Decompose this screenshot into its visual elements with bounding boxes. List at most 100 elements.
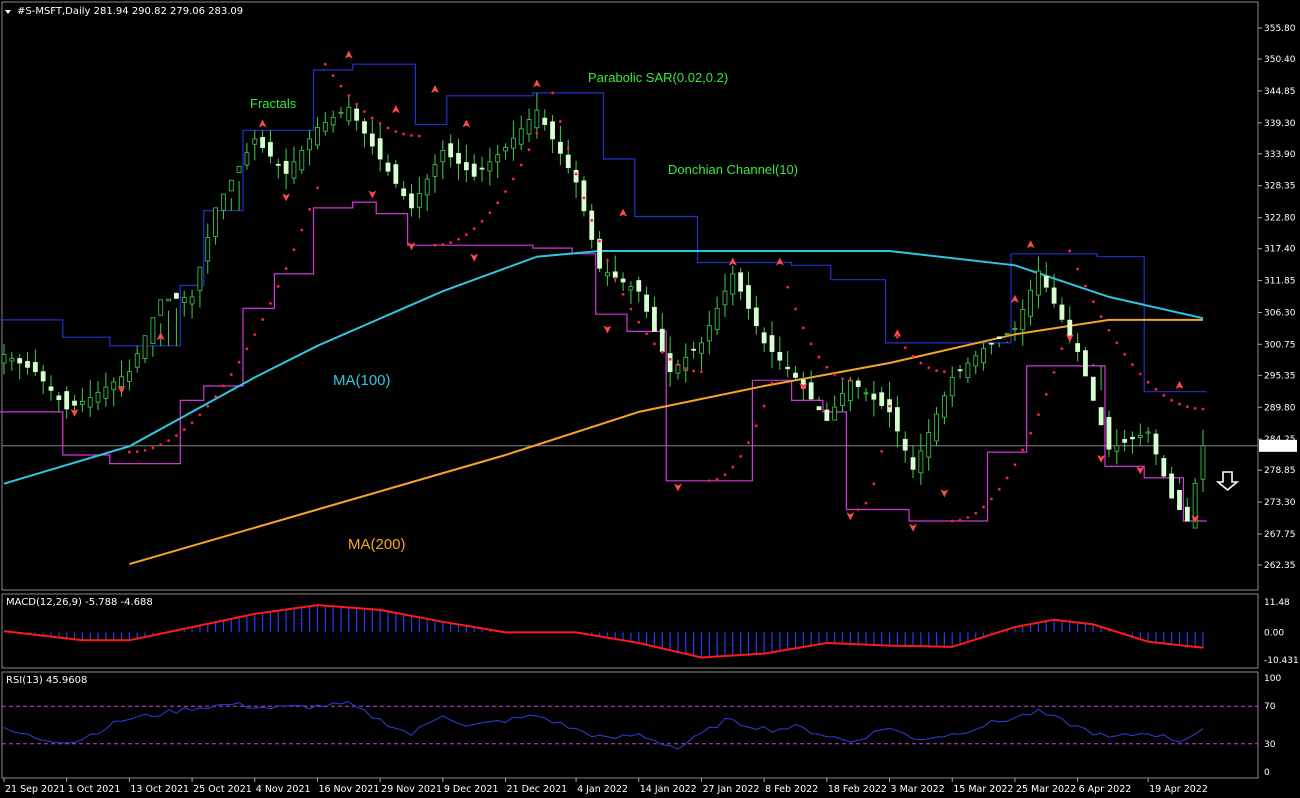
macd-axis-label: 0.00 [1264, 628, 1284, 638]
time-axis-label: 19 Apr 2022 [1149, 784, 1208, 795]
sar-dot [1193, 407, 1197, 410]
sar-dot [1005, 476, 1009, 480]
sar-dot [848, 378, 852, 382]
price-axis-label: 273.30 [1264, 498, 1296, 508]
fractal-down-arrow-icon [940, 489, 949, 498]
candle-body [338, 111, 344, 114]
candle-body [181, 297, 187, 303]
sar-dot [660, 350, 664, 354]
candle-body [581, 180, 587, 212]
candle-body [934, 413, 939, 442]
sar-dot [582, 196, 586, 200]
sar-dot [676, 363, 680, 367]
sar-dot [1154, 387, 1158, 391]
price-axis-label: 262.35 [1264, 561, 1296, 571]
sar-dot [198, 413, 202, 417]
sar-dot [182, 428, 186, 431]
sar-dot [653, 342, 656, 346]
sar-dot [707, 479, 711, 483]
donchian-upper-line [0, 63, 1207, 393]
sar-dot [558, 120, 562, 123]
candle-body [495, 154, 501, 163]
candle-body [973, 355, 979, 367]
sar-dot [1138, 372, 1142, 376]
sar-dot [574, 172, 578, 176]
sar-dot [237, 360, 241, 364]
candle-body [260, 136, 266, 148]
sar-dot [598, 239, 601, 243]
candle-body [957, 369, 963, 372]
candle-body [1122, 439, 1128, 443]
sar-dot [417, 134, 421, 138]
sar-dot [833, 373, 837, 376]
sar-dot [942, 370, 946, 374]
time-axis-label: 13 Oct 2021 [130, 784, 189, 795]
sar-dot [433, 243, 437, 247]
candle-body [166, 298, 171, 302]
price-axis-label: 295.35 [1264, 371, 1296, 381]
macd-axis-label: 11.48 [1264, 598, 1290, 608]
sar-dot [488, 211, 492, 215]
candle-body [926, 432, 932, 458]
fractal-up-arrow-icon [462, 119, 471, 128]
sar-dot [410, 134, 413, 137]
candle-body [824, 409, 830, 421]
current-price-label: 283.09 [1262, 442, 1294, 452]
sar-dot [472, 227, 476, 231]
candle-body [871, 393, 877, 400]
candle-body [526, 119, 532, 135]
candle-body [965, 362, 971, 378]
candle-body [1184, 506, 1190, 522]
price-axis-label: 317.40 [1264, 245, 1296, 255]
candle-body [1177, 489, 1182, 510]
sar-dot [214, 395, 217, 398]
time-axis-label: 14 Jan 2022 [640, 784, 697, 795]
sar-dot [370, 116, 374, 120]
sar-dot [817, 355, 821, 359]
candle-body [1114, 445, 1120, 452]
fractal-up-arrow-icon [344, 50, 353, 59]
fractal-up-arrow-icon [775, 257, 784, 266]
candle-body [213, 207, 218, 238]
candle-body [636, 280, 642, 292]
candle-body [252, 138, 258, 145]
sar-dot [519, 163, 523, 167]
macd-label: MACD(12,26,9) -5.788 -4.688 [6, 597, 153, 608]
candle-body [1004, 333, 1010, 335]
sar-dot [457, 237, 460, 241]
time-axis-label: 21 Sep 2021 [5, 784, 65, 795]
candle-body [142, 335, 148, 359]
time-axis-label: 25 Oct 2021 [193, 784, 252, 795]
candle-body [589, 210, 595, 240]
sar-dot [504, 190, 507, 193]
sar-dot [590, 218, 594, 222]
price-axis-label: 311.85 [1264, 277, 1296, 287]
candle-body [424, 178, 430, 196]
candle-body [393, 164, 399, 184]
sar-dot [613, 276, 617, 280]
fractal-up-arrow-icon [1175, 381, 1184, 389]
sar-dot [276, 285, 280, 288]
candle-body [652, 306, 657, 332]
dropdown-triangle-icon[interactable] [5, 10, 11, 14]
candle-body [879, 392, 885, 406]
candle-body [401, 188, 407, 197]
sar-dot [190, 421, 194, 425]
candle-body [816, 406, 822, 411]
sar-dot [1107, 328, 1111, 332]
chart-canvas[interactable]: #S-MSFT,Daily 281.94 290.82 279.06 283.0… [0, 0, 1300, 798]
candle-body [1130, 436, 1135, 440]
fractal-down-arrow-icon [673, 483, 682, 492]
candle-body [1028, 289, 1033, 317]
candle-body [699, 342, 704, 354]
rsi-label: RSI(13) 45.9608 [6, 675, 87, 686]
sar-dot [1099, 315, 1103, 318]
fractal-down-arrow-icon [470, 253, 479, 262]
sar-dot [175, 434, 178, 437]
candle-body [87, 397, 93, 408]
candle-body [1051, 287, 1057, 304]
fractal-down-arrow-icon [368, 190, 377, 199]
sar-dot [1131, 363, 1134, 367]
fractal-down-arrow-icon [909, 523, 918, 532]
candle-body [1161, 458, 1167, 477]
